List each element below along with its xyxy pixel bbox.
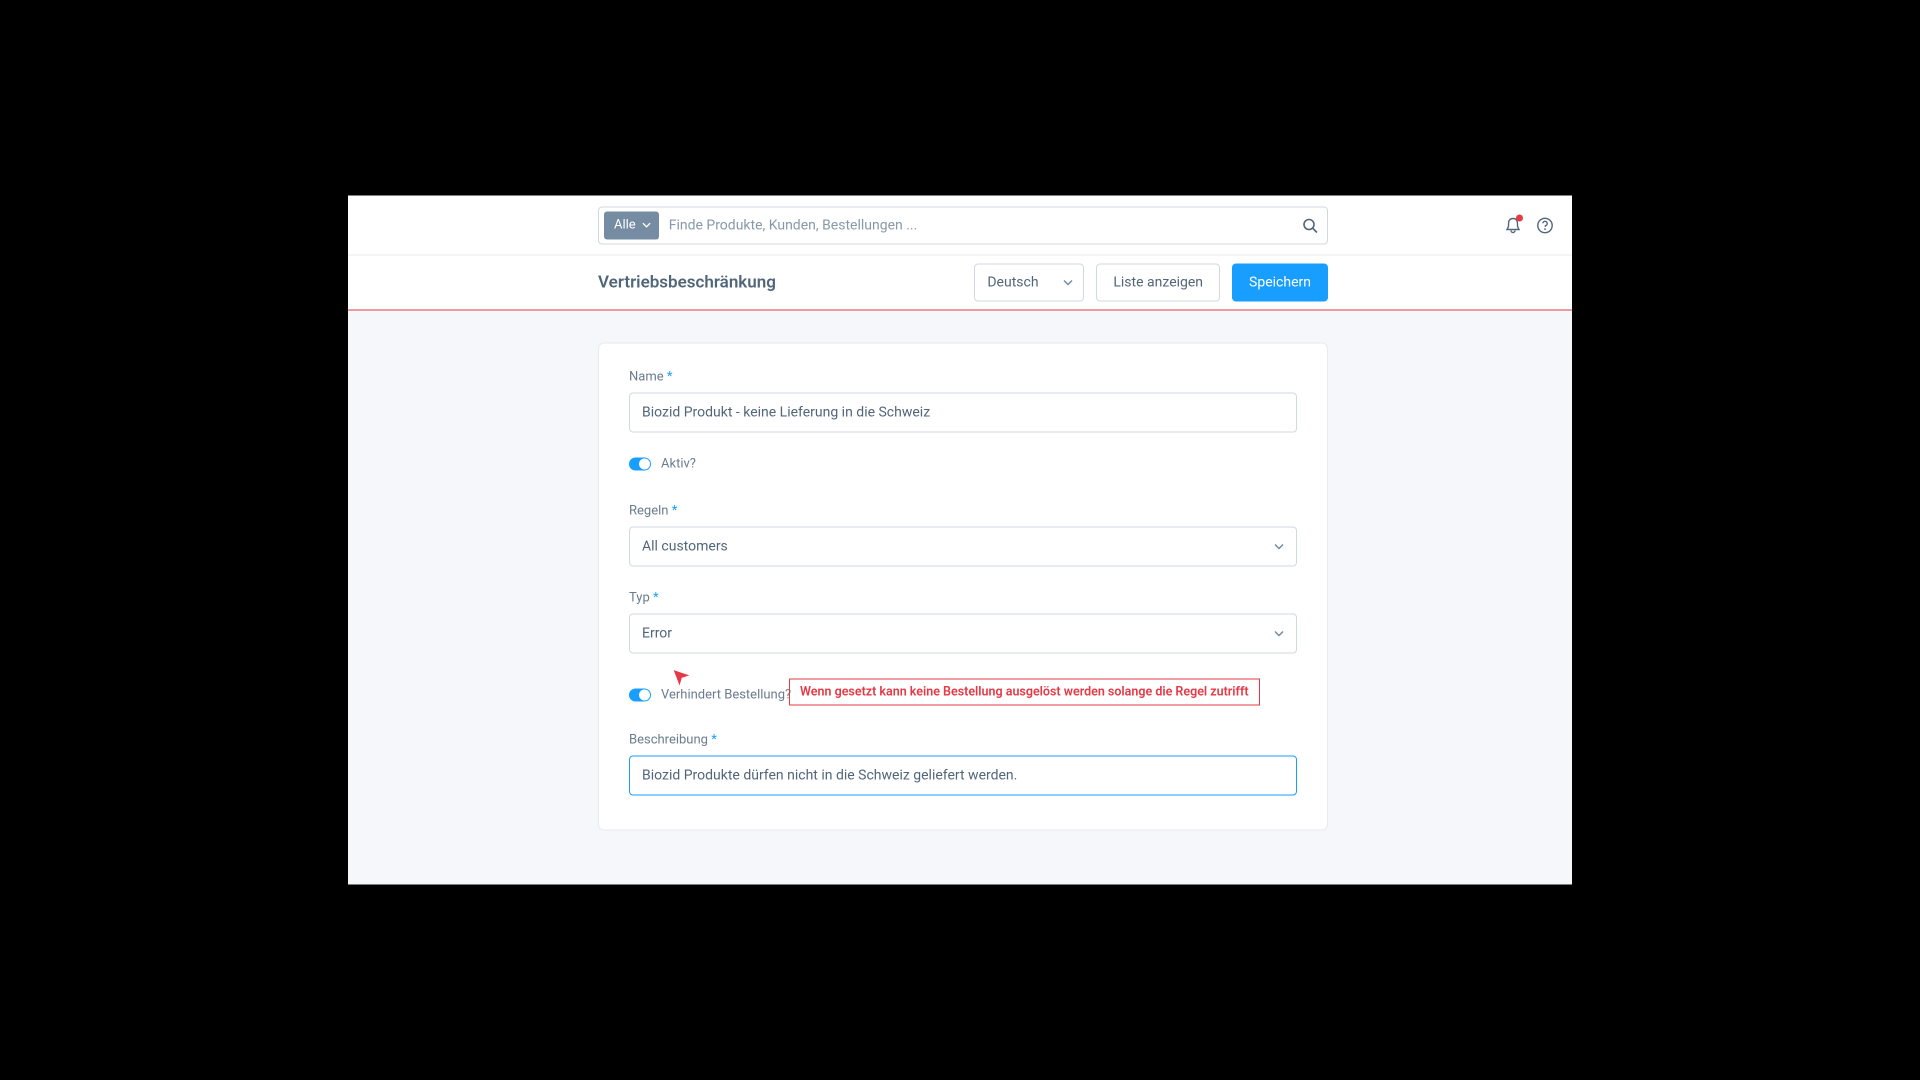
page-header: Vertriebsbeschränkung Deutsch Liste anze… — [348, 256, 1572, 310]
global-search: Alle — [598, 206, 1328, 244]
search-icon[interactable] — [1293, 217, 1327, 233]
field-description: Beschreibung * — [629, 733, 1297, 796]
description-input[interactable] — [629, 756, 1297, 796]
name-input[interactable] — [629, 393, 1297, 433]
page-content: Name * Aktiv? Regeln * All customers — [348, 311, 1572, 871]
description-label: Beschreibung * — [629, 733, 1297, 748]
page-title: Vertriebsbeschränkung — [598, 273, 974, 293]
chevron-down-icon — [1063, 278, 1073, 288]
chevron-down-icon — [642, 221, 651, 230]
chevron-down-icon — [1274, 542, 1284, 552]
field-prevents-order: ➤ Verhindert Bestellung? Wenn gesetzt ka… — [629, 688, 1297, 703]
active-label: Aktiv? — [661, 457, 696, 472]
annotation-callout: Wenn gesetzt kann keine Bestellung ausge… — [789, 679, 1260, 706]
type-select[interactable]: Error — [629, 614, 1297, 654]
name-label: Name * — [629, 370, 1297, 385]
active-toggle[interactable] — [629, 458, 651, 471]
search-input[interactable] — [659, 217, 1293, 233]
language-selected-label: Deutsch — [987, 275, 1038, 291]
field-rules: Regeln * All customers — [629, 504, 1297, 567]
save-button[interactable]: Speichern — [1232, 264, 1328, 302]
language-select[interactable]: Deutsch — [974, 264, 1084, 302]
show-list-button[interactable]: Liste anzeigen — [1096, 264, 1220, 302]
app-viewport: Alle — [348, 196, 1572, 885]
field-active: Aktiv? — [629, 457, 1297, 472]
type-label: Typ * — [629, 591, 1297, 606]
notifications-icon[interactable] — [1504, 217, 1522, 235]
field-type: Typ * Error — [629, 591, 1297, 654]
rules-select[interactable]: All customers — [629, 527, 1297, 567]
form-card: Name * Aktiv? Regeln * All customers — [598, 343, 1328, 831]
prevents-order-label: Verhindert Bestellung? — [661, 688, 791, 703]
top-right-icons — [1504, 196, 1554, 256]
top-bar: Alle — [348, 196, 1572, 256]
help-icon[interactable] — [1536, 217, 1554, 235]
prevents-order-toggle[interactable] — [629, 689, 651, 702]
search-filter-dropdown[interactable]: Alle — [604, 211, 659, 239]
search-filter-label: Alle — [614, 218, 636, 233]
type-selected-value: Error — [642, 626, 672, 642]
field-name: Name * — [629, 370, 1297, 433]
chevron-down-icon — [1274, 629, 1284, 639]
rules-selected-value: All customers — [642, 539, 728, 555]
rules-label: Regeln * — [629, 504, 1297, 519]
page-header-actions: Deutsch Liste anzeigen Speichern — [974, 264, 1328, 302]
notification-dot — [1516, 215, 1523, 222]
